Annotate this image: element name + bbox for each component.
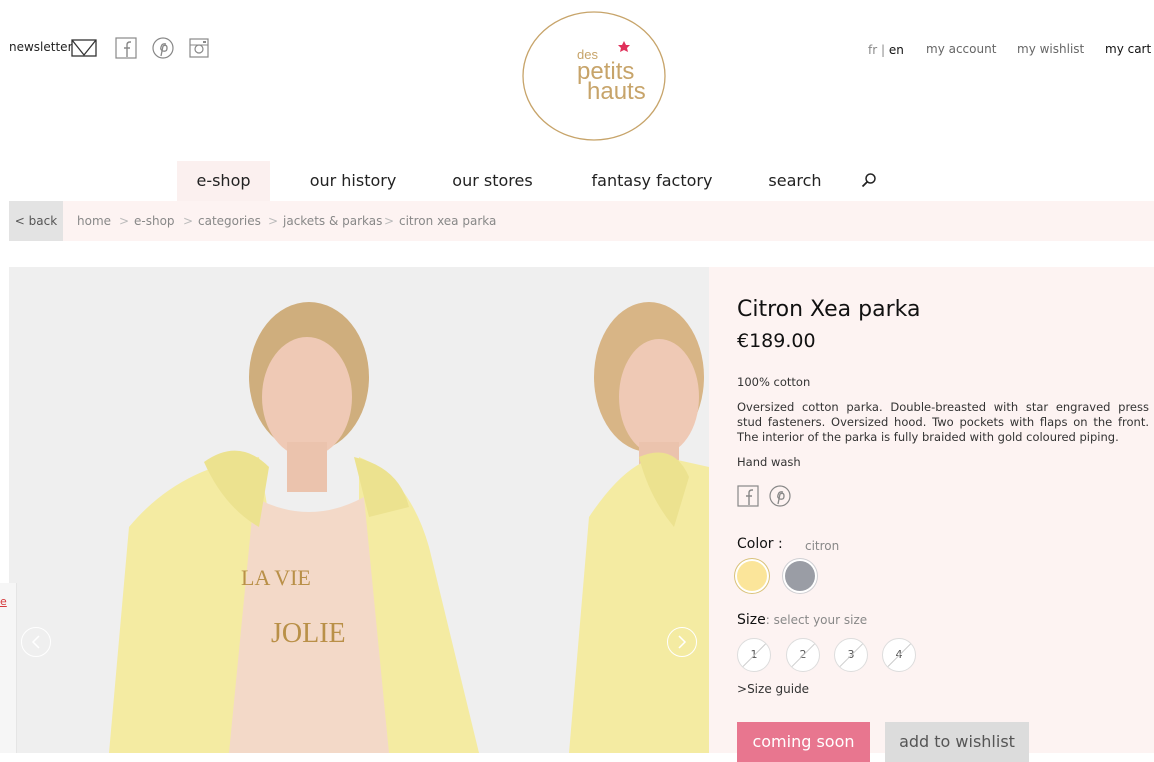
breadcrumb-separator: > xyxy=(268,214,279,228)
size-hint: : select your size xyxy=(765,613,868,627)
product-photo-side[interactable] xyxy=(489,267,709,753)
side-tab[interactable]: e xyxy=(0,583,17,753)
size-option-3[interactable]: 3 xyxy=(834,638,868,672)
product-price: €189.00 xyxy=(737,330,816,352)
breadcrumb-separator: > xyxy=(119,214,130,228)
side-tab-label[interactable]: e xyxy=(0,595,7,608)
product-photo-front[interactable]: LA VIE JOLIE xyxy=(9,267,489,753)
size-label-group: Size: select your size xyxy=(737,612,867,628)
lang-en[interactable]: en xyxy=(889,43,904,57)
product-description: Oversized cotton parka. Double-breasted … xyxy=(737,400,1149,444)
newsletter-link[interactable]: newsletter xyxy=(9,40,73,54)
product-care: Hand wash xyxy=(737,455,801,469)
nav-our-history[interactable]: our history xyxy=(300,161,406,201)
product-title: Citron Xea parka xyxy=(737,297,921,322)
size-option-2[interactable]: 2 xyxy=(786,638,820,672)
swatch-grey[interactable] xyxy=(785,561,815,591)
swatch-citron[interactable] xyxy=(737,561,767,591)
next-image-button[interactable] xyxy=(667,627,697,657)
color-value: citron xyxy=(805,539,840,553)
back-button[interactable]: < back xyxy=(9,201,63,241)
pinterest-icon[interactable] xyxy=(152,37,174,59)
coming-soon-button[interactable]: coming soon xyxy=(737,722,870,762)
instagram-icon[interactable] xyxy=(188,37,210,59)
size-label: Size xyxy=(737,612,766,628)
mail-icon[interactable] xyxy=(71,38,97,58)
product-composition: 100% cotton xyxy=(737,375,811,389)
share-pinterest-icon[interactable] xyxy=(769,485,791,507)
my-wishlist-link[interactable]: my wishlist xyxy=(1017,42,1084,56)
chevron-right-icon: > xyxy=(737,682,748,696)
size-option-4[interactable]: 4 xyxy=(882,638,916,672)
language-switcher: fr | en xyxy=(868,43,904,57)
svg-text:hauts: hauts xyxy=(587,78,646,105)
color-label: Color : xyxy=(737,536,783,552)
nav-our-stores[interactable]: our stores xyxy=(442,161,543,201)
size-guide-label: Size guide xyxy=(747,682,810,696)
nav-eshop[interactable]: e-shop xyxy=(177,161,270,201)
add-to-wishlist-button[interactable]: add to wishlist xyxy=(885,722,1029,762)
lang-separator: | xyxy=(881,43,886,57)
my-account-link[interactable]: my account xyxy=(926,42,996,56)
my-cart-link[interactable]: my cart xyxy=(1105,42,1151,56)
breadcrumb-home[interactable]: home xyxy=(77,214,111,228)
brand-logo[interactable]: des petits hauts xyxy=(520,9,668,143)
breadcrumb-current: citron xea parka xyxy=(399,214,497,228)
share-facebook-icon[interactable] xyxy=(737,485,759,507)
lang-fr[interactable]: fr xyxy=(868,43,877,57)
nav-search[interactable]: search xyxy=(755,161,835,201)
breadcrumb-separator: > xyxy=(183,214,194,228)
facebook-icon[interactable] xyxy=(115,37,137,59)
search-icon[interactable] xyxy=(861,172,877,188)
breadcrumb-bar xyxy=(9,201,1154,241)
svg-text:LA VIE: LA VIE xyxy=(241,565,311,590)
breadcrumb-categories[interactable]: categories xyxy=(198,214,261,228)
size-guide-link[interactable]: >Size guide xyxy=(737,682,809,696)
breadcrumb-jackets-parkas[interactable]: jackets & parkas xyxy=(283,214,382,228)
breadcrumb-eshop[interactable]: e-shop xyxy=(134,214,175,228)
nav-fantasy-factory[interactable]: fantasy factory xyxy=(580,161,724,201)
svg-text:JOLIE: JOLIE xyxy=(271,618,346,649)
prev-image-button[interactable] xyxy=(21,627,51,657)
size-option-1[interactable]: 1 xyxy=(737,638,771,672)
breadcrumb-separator: > xyxy=(384,214,395,228)
